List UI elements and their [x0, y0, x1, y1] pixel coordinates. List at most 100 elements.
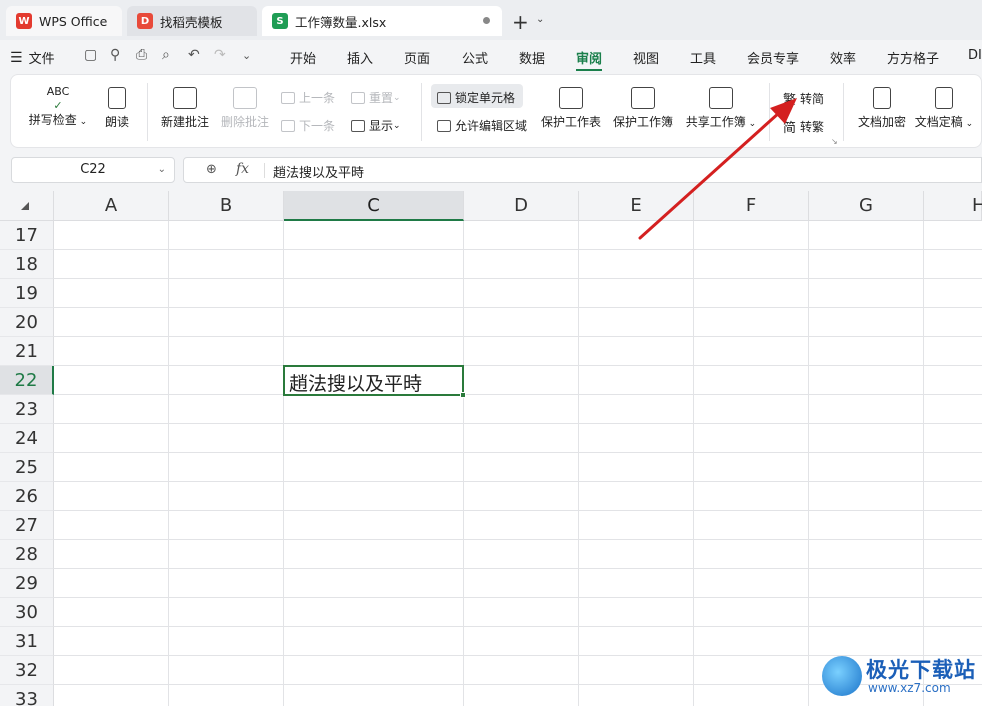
cell-text: 趙法搜以及平時: [289, 373, 423, 395]
lock-cell-button[interactable]: 锁定单元格: [437, 89, 515, 106]
chevron-down-icon[interactable]: ⌄: [158, 158, 166, 182]
new-tab-plus-icon[interactable]: +: [512, 10, 529, 34]
new-comment-button[interactable]: 新建批注: [157, 87, 213, 130]
show-comments-button[interactable]: 显示 ⌄: [351, 117, 401, 134]
active-cell-c22[interactable]: 趙法搜以及平時: [283, 365, 466, 398]
menu-di[interactable]: DI: [968, 48, 982, 63]
column-header-c[interactable]: C: [284, 191, 464, 221]
spreadsheet-grid[interactable]: A B C D E F G H 17 18 19 20 21 22 23 24 25 26 27 28…: [0, 191, 982, 706]
dialog-launcher-icon[interactable]: ↘: [831, 137, 838, 146]
row-header-29[interactable]: 29: [0, 569, 54, 598]
row-header-18[interactable]: 18: [0, 250, 54, 279]
finalize-document-button[interactable]: 文档定稿 ⌄: [913, 87, 975, 130]
menu-insert[interactable]: 插入: [347, 48, 373, 67]
row-header-25[interactable]: 25: [0, 453, 54, 482]
column-header-h[interactable]: H: [924, 191, 982, 221]
protect-sheet-icon: [559, 87, 583, 109]
row-header-26[interactable]: 26: [0, 482, 54, 511]
chevron-down-icon[interactable]: ⌄: [536, 14, 544, 25]
column-gridline: [578, 221, 579, 706]
print-icon[interactable]: ⎙: [136, 47, 147, 63]
row-header-30[interactable]: 30: [0, 598, 54, 627]
protect-workbook-icon: [631, 87, 655, 109]
row-header-23[interactable]: 23: [0, 395, 54, 424]
row-gridline: [54, 568, 982, 569]
row-header-28[interactable]: 28: [0, 540, 54, 569]
row-gridline: [54, 539, 982, 540]
name-box[interactable]: C22 ⌄: [11, 157, 175, 183]
encrypt-document-button[interactable]: 文档加密: [853, 87, 911, 130]
allow-edit-range-button[interactable]: 允许编辑区域: [437, 117, 527, 134]
delete-comment-button[interactable]: 删除批注: [217, 87, 273, 130]
zoom-icon[interactable]: ⊕: [206, 162, 217, 177]
menu-view[interactable]: 视图: [633, 48, 659, 67]
spellcheck-button[interactable]: ABC ✓ 拼写检查 ⌄: [25, 85, 91, 128]
link-icon[interactable]: ⚲: [110, 47, 120, 63]
column-header-f[interactable]: F: [694, 191, 809, 221]
cell-reference: C22: [80, 162, 106, 177]
protect-workbook-button[interactable]: 保护工作簿: [611, 87, 675, 130]
select-all-corner[interactable]: [0, 191, 54, 221]
menu-efficiency[interactable]: 效率: [830, 48, 856, 67]
column-gridline: [808, 221, 809, 706]
unsaved-dot-icon[interactable]: [483, 17, 490, 24]
menu-bar: ☰ 文件 ▢ ⚲ ⎙ ⌕ ↶ ↷ ⌄ 开始 插入 页面 公式 数据 审阅 视图 …: [0, 40, 982, 72]
next-comment-button[interactable]: 下一条: [281, 117, 335, 134]
column-gridline: [923, 221, 924, 706]
file-menu[interactable]: ☰ 文件: [10, 48, 55, 68]
formula-input[interactable]: ⊕ fx 趙法搜以及平時: [183, 157, 982, 183]
row-header-19[interactable]: 19: [0, 279, 54, 308]
to-simplified-label: 转简: [800, 92, 825, 106]
spellcheck-icon: ABC ✓: [46, 85, 70, 112]
traditional-char-icon: 繁: [783, 93, 797, 108]
to-traditional-button[interactable]: 简转繁: [783, 117, 824, 136]
row-header-20[interactable]: 20: [0, 308, 54, 337]
column-header-e[interactable]: E: [579, 191, 694, 221]
tab-label: 找稻壳模板: [160, 14, 223, 30]
menu-review[interactable]: 审阅: [576, 48, 602, 67]
quick-access-chevron-icon[interactable]: ⌄: [242, 49, 251, 62]
menu-home[interactable]: 开始: [290, 48, 316, 67]
column-header-b[interactable]: B: [169, 191, 284, 221]
select-all-icon: [21, 202, 29, 210]
row-header-33[interactable]: 33: [0, 685, 54, 706]
redo-icon[interactable]: ↷: [214, 47, 226, 63]
row-header-21[interactable]: 21: [0, 337, 54, 366]
row-gridline: [54, 249, 982, 250]
prev-comment-icon: [281, 91, 295, 104]
reset-button[interactable]: 重置 ⌄: [351, 89, 401, 106]
row-header-17[interactable]: 17: [0, 221, 54, 250]
column-header-d[interactable]: D: [464, 191, 579, 221]
print-preview-icon[interactable]: ⌕: [162, 47, 170, 63]
menu-fangfang[interactable]: 方方格子: [887, 48, 939, 67]
protect-sheet-button[interactable]: 保护工作表: [539, 87, 603, 130]
read-aloud-button[interactable]: 朗读: [99, 87, 135, 130]
column-header-g[interactable]: G: [809, 191, 924, 221]
row-header-22[interactable]: 22: [0, 366, 54, 395]
column-header-a[interactable]: A: [54, 191, 169, 221]
to-simplified-button[interactable]: 繁转简: [783, 89, 824, 108]
show-label: 显示: [369, 119, 394, 133]
row-header-27[interactable]: 27: [0, 511, 54, 540]
save-icon[interactable]: ▢: [84, 47, 97, 63]
prev-comment-button[interactable]: 上一条: [281, 89, 335, 106]
tab-wps-office[interactable]: W WPS Office: [6, 6, 122, 36]
menu-data[interactable]: 数据: [519, 48, 545, 67]
tab-docer-templates[interactable]: D 找稻壳模板: [127, 6, 257, 36]
fx-icon[interactable]: fx: [236, 161, 249, 177]
menu-tools[interactable]: 工具: [690, 48, 716, 67]
review-ribbon: ABC ✓ 拼写检查 ⌄ 朗读 新建批注 删除批注 上一条 下一条 重置 ⌄ 显示…: [10, 74, 982, 148]
menu-page[interactable]: 页面: [404, 48, 430, 67]
tab-workbook[interactable]: S 工作簿数量.xlsx: [262, 6, 502, 36]
share-workbook-button[interactable]: 共享工作簿 ⌄: [683, 87, 759, 130]
tab-label: WPS Office: [39, 13, 108, 29]
row-header-32[interactable]: 32: [0, 656, 54, 685]
undo-icon[interactable]: ↶: [188, 47, 200, 63]
menu-member[interactable]: 会员专享: [747, 48, 799, 67]
fill-handle[interactable]: [460, 392, 466, 398]
row-header-24[interactable]: 24: [0, 424, 54, 453]
allow-edit-label: 允许编辑区域: [455, 119, 528, 133]
menu-formula[interactable]: 公式: [462, 48, 488, 67]
row-header-31[interactable]: 31: [0, 627, 54, 656]
new-comment-icon: [173, 87, 197, 109]
